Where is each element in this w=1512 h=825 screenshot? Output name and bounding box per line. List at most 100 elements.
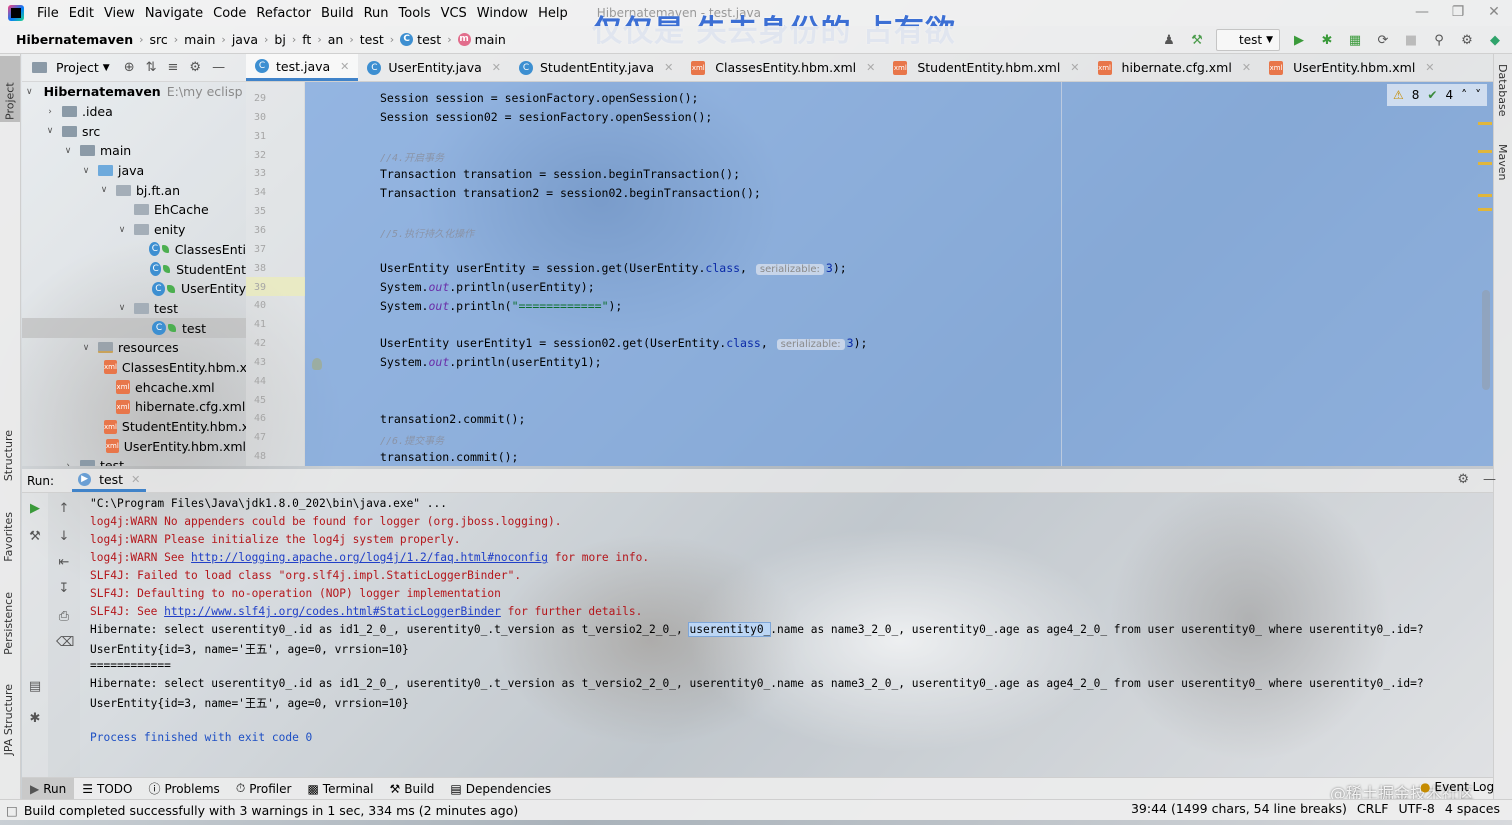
tree-node[interactable]: ∨ java [22, 161, 246, 181]
warning-marker[interactable] [1478, 194, 1492, 197]
locate-icon[interactable]: ⊕ [124, 60, 135, 75]
tool-tab-run[interactable]: ▶ Run [22, 777, 75, 800]
close-tab-icon[interactable]: ✕ [1242, 61, 1251, 74]
menu-code[interactable]: Code [208, 6, 251, 21]
indent-setting[interactable]: 4 spaces [1445, 801, 1500, 816]
debug-icon[interactable]: ✱ [1318, 31, 1336, 49]
layout-icon[interactable]: ▤ [27, 679, 43, 694]
chevron-down-icon[interactable]: ∨ [116, 225, 128, 235]
console-link[interactable]: http://www.slf4j.org/codes.html#StaticLo… [164, 605, 501, 618]
menu-help[interactable]: Help [533, 6, 573, 21]
project-view-selector[interactable]: Project ▼ [32, 60, 110, 75]
menu-refactor[interactable]: Refactor [251, 6, 316, 21]
jpa-structure-tool-tab[interactable]: JPA Structure [2, 684, 15, 755]
breadcrumb-java[interactable]: java [228, 32, 262, 47]
tree-node[interactable]: ∨ enity [22, 220, 246, 240]
tree-node[interactable]: › .idea [22, 102, 246, 122]
structure-tool-tab[interactable]: Structure [2, 430, 15, 481]
tree-node[interactable]: xml hibernate.cfg.xml [22, 397, 246, 417]
file-encoding[interactable]: UTF-8 [1398, 801, 1434, 816]
run-configuration-select[interactable]: test ▼ [1216, 29, 1280, 51]
code-editor[interactable]: Session session = sesionFactory.openSess… [305, 82, 1493, 466]
editor-tab[interactable]: C StudentEntity.java ✕ [510, 54, 682, 81]
chevron-right-icon[interactable]: › [62, 461, 74, 466]
console-output[interactable]: "C:\Program Files\Java\jdk1.8.0_202\bin\… [80, 493, 1493, 777]
close-tab-icon[interactable]: ✕ [340, 60, 349, 73]
chevron-down-icon[interactable]: ∨ [116, 303, 128, 313]
arrow-up-icon[interactable]: ↑ [56, 501, 72, 516]
maven-tool-tab[interactable]: Maven [1496, 144, 1509, 180]
tree-node[interactable]: ∨ test [22, 299, 246, 319]
editor-tab[interactable]: xml UserEntity.hbm.xml ✕ [1260, 54, 1443, 81]
breadcrumb-an[interactable]: an [324, 32, 348, 47]
chevron-down-icon[interactable]: ∨ [44, 126, 56, 136]
gear-icon[interactable]: ⚙ [1458, 31, 1476, 49]
tree-node[interactable]: › test [22, 456, 246, 466]
print-icon[interactable]: ⎙ [56, 609, 72, 624]
run-tab-test[interactable]: ▶ test ✕ [72, 470, 147, 492]
tree-node[interactable]: ∨ bj.ft.an [22, 180, 246, 200]
persistence-tool-tab[interactable]: Persistence [2, 592, 15, 655]
tree-node[interactable]: xml StudentEntity.hbm.xr [22, 417, 246, 437]
chevron-down-icon[interactable]: ∨ [80, 343, 92, 353]
close-window-icon[interactable]: ✕ [1476, 0, 1512, 26]
tool-tab-dependencies[interactable]: ▤ Dependencies [442, 778, 559, 800]
menu-edit[interactable]: Edit [64, 6, 99, 21]
favorites-tool-tab[interactable]: Favorites [2, 512, 15, 562]
trash-icon[interactable]: ⌫ [56, 635, 74, 650]
tree-node[interactable]: ∨ Hibernatemaven E:\my eclisp 202 [22, 82, 246, 102]
line-separator[interactable]: CRLF [1357, 801, 1389, 816]
chevron-down-icon[interactable]: ∨ [26, 87, 33, 97]
status-message[interactable]: Build completed successfully with 3 warn… [24, 803, 518, 818]
breadcrumb-method[interactable]: m main [454, 32, 510, 47]
search-icon[interactable]: ⚲ [1430, 31, 1448, 49]
editor-tab[interactable]: Ctest.java ✕ [246, 54, 359, 81]
console-link[interactable]: http://logging.apache.org/log4j/1.2/faq.… [191, 551, 548, 564]
menu-file[interactable]: File [32, 6, 64, 21]
tool-tab-profiler[interactable]: ⏱ Profiler [228, 778, 300, 800]
tool-tab-terminal[interactable]: ▩ Terminal [299, 778, 381, 800]
coverage-icon[interactable]: ▦ [1346, 31, 1364, 49]
menu-navigate[interactable]: Navigate [140, 6, 208, 21]
menu-vcs[interactable]: VCS [436, 6, 472, 21]
expand-all-icon[interactable]: ⇅ [146, 60, 157, 75]
close-tab-icon[interactable]: ✕ [866, 61, 875, 74]
minimize-icon[interactable]: — [1404, 0, 1440, 26]
user-icon[interactable]: ♟ [1160, 31, 1178, 49]
chevron-down-icon[interactable]: ∨ [98, 185, 110, 195]
menu-tools[interactable]: Tools [394, 6, 436, 21]
caret-position[interactable]: 39:44 (1499 chars, 54 line breaks) [1131, 801, 1347, 816]
breadcrumb-src[interactable]: src [146, 32, 172, 47]
gear-icon[interactable]: ⚙ [189, 60, 201, 75]
rerun-icon[interactable]: ▶ [27, 501, 43, 516]
hide-panel-icon[interactable]: — [1483, 472, 1496, 487]
chevron-up-icon[interactable]: ˄ [1461, 88, 1467, 102]
run-icon[interactable]: ▶ [1290, 31, 1308, 49]
inspection-widget[interactable]: ⚠ 8 ✔ 4 ˄ ˅ [1387, 84, 1488, 106]
tree-node[interactable]: Ctest [22, 318, 246, 338]
tool-tab-build[interactable]: ⚒ Build [382, 778, 443, 800]
pin-icon[interactable]: ✱ [27, 711, 43, 726]
restore-icon[interactable]: ❐ [1440, 0, 1476, 26]
chevron-right-icon[interactable]: › [44, 107, 56, 117]
warning-marker[interactable] [1478, 150, 1492, 153]
breadcrumb-project[interactable]: Hibernatemaven [12, 32, 137, 47]
arrow-down-icon[interactable]: ↓ [56, 529, 72, 544]
scroll-to-end-icon[interactable]: ↧ [56, 581, 72, 596]
tree-node[interactable]: C UserEntity [22, 279, 246, 299]
menu-view[interactable]: View [99, 6, 140, 21]
menu-build[interactable]: Build [316, 6, 359, 21]
warning-marker[interactable] [1478, 162, 1492, 165]
editor-tab[interactable]: C UserEntity.java ✕ [358, 54, 510, 81]
close-tab-icon[interactable]: ✕ [131, 473, 140, 486]
tool-tab-problems[interactable]: ⓘ Problems [140, 778, 227, 800]
warning-marker[interactable] [1478, 208, 1492, 211]
tool-tab-todo[interactable]: ☰ TODO [74, 778, 140, 800]
menu-window[interactable]: Window [472, 6, 533, 21]
close-tab-icon[interactable]: ✕ [664, 61, 673, 74]
profile-icon[interactable]: ⟳ [1374, 31, 1392, 49]
chevron-down-icon[interactable]: ∨ [62, 146, 74, 156]
breadcrumb-class[interactable]: Ctest [396, 32, 445, 47]
editor-tab[interactable]: xml ClassesEntity.hbm.xml ✕ [682, 54, 884, 81]
close-tab-icon[interactable]: ✕ [1425, 61, 1434, 74]
